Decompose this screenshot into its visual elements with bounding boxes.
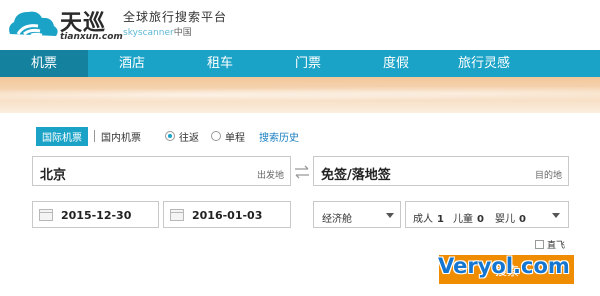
destination-hint: 目的地 bbox=[534, 171, 562, 181]
nav-travel-inspiration[interactable]: 旅行灵感 bbox=[440, 50, 528, 77]
site-header: 天巡 tianxun.com 全球旅行搜索平台 skyscanner中国 bbox=[0, 0, 600, 50]
infant-count-value: 0 bbox=[519, 214, 526, 225]
watermark-text: Veryol.com bbox=[438, 254, 570, 278]
origin-value: 北京 bbox=[40, 168, 67, 183]
origin-field[interactable]: 北京 出发地 bbox=[32, 156, 291, 186]
return-date-value: 2016-01-03 bbox=[192, 209, 263, 222]
child-count-value: 0 bbox=[477, 214, 484, 225]
infant-count: 婴儿 0 bbox=[495, 210, 526, 225]
cabin-class-select[interactable]: 经济舱 bbox=[313, 201, 401, 228]
nav-hotels[interactable]: 酒店 bbox=[88, 50, 176, 77]
tab-international-flights[interactable]: 国际机票 bbox=[36, 126, 88, 146]
passengers-select[interactable]: 成人 1 儿童 0 婴儿 0 bbox=[405, 201, 569, 228]
main-nav: 机票 酒店 租车 门票 度假 旅行灵感 bbox=[0, 50, 600, 77]
chevron-down-icon bbox=[552, 213, 560, 218]
swap-cities-icon[interactable] bbox=[293, 165, 311, 179]
search-options-row: 国际机票 国内机票 往返 单程 搜索历史 bbox=[36, 126, 299, 146]
return-date-field[interactable]: 2016-01-03 bbox=[163, 201, 291, 228]
direct-flight-label[interactable]: 直飞 bbox=[547, 238, 565, 251]
nav-tickets[interactable]: 门票 bbox=[264, 50, 352, 77]
search-history-link[interactable]: 搜索历史 bbox=[259, 129, 299, 144]
adult-count-value: 1 bbox=[437, 214, 444, 225]
destination-field[interactable]: 免签/落地签 目的地 bbox=[313, 156, 569, 186]
round-trip-label[interactable]: 往返 bbox=[179, 129, 199, 144]
calendar-icon bbox=[170, 209, 184, 221]
depart-date-value: 2015-12-30 bbox=[61, 209, 132, 222]
nav-flights[interactable]: 机票 bbox=[0, 50, 88, 77]
skyscanner-tagline: skyscanner中国 bbox=[123, 25, 192, 38]
nav-vacation[interactable]: 度假 bbox=[352, 50, 440, 77]
infant-label: 婴儿 bbox=[495, 214, 515, 225]
hero-banner bbox=[0, 77, 600, 113]
tab-domestic-flights[interactable]: 国内机票 bbox=[101, 129, 141, 144]
adult-count: 成人 1 bbox=[413, 210, 444, 225]
direct-flight-checkbox[interactable] bbox=[535, 240, 544, 249]
one-way-label[interactable]: 单程 bbox=[225, 129, 245, 144]
site-slogan: 全球旅行搜索平台 bbox=[123, 10, 228, 24]
child-count: 儿童 0 bbox=[453, 210, 484, 225]
tab-divider bbox=[94, 130, 95, 142]
round-trip-radio[interactable] bbox=[165, 131, 175, 141]
cabin-class-value: 经济舱 bbox=[322, 214, 352, 225]
region-label: 中国 bbox=[173, 28, 192, 38]
nav-car-rental[interactable]: 租车 bbox=[176, 50, 264, 77]
trip-type-group: 往返 单程 bbox=[165, 129, 257, 144]
origin-hint: 出发地 bbox=[256, 171, 284, 181]
skyscanner-name: skyscanner bbox=[123, 28, 174, 38]
calendar-icon bbox=[39, 209, 53, 221]
child-label: 儿童 bbox=[453, 214, 473, 225]
tianxun-logo-icon[interactable] bbox=[4, 4, 60, 44]
direct-flight-option[interactable]: 直飞 bbox=[535, 238, 565, 251]
chevron-down-icon bbox=[386, 213, 394, 218]
adult-label: 成人 bbox=[413, 214, 433, 225]
depart-date-field[interactable]: 2015-12-30 bbox=[32, 201, 159, 228]
one-way-radio[interactable] bbox=[211, 131, 221, 141]
brand-domain: tianxun.com bbox=[60, 32, 123, 42]
destination-value: 免签/落地签 bbox=[321, 168, 391, 183]
